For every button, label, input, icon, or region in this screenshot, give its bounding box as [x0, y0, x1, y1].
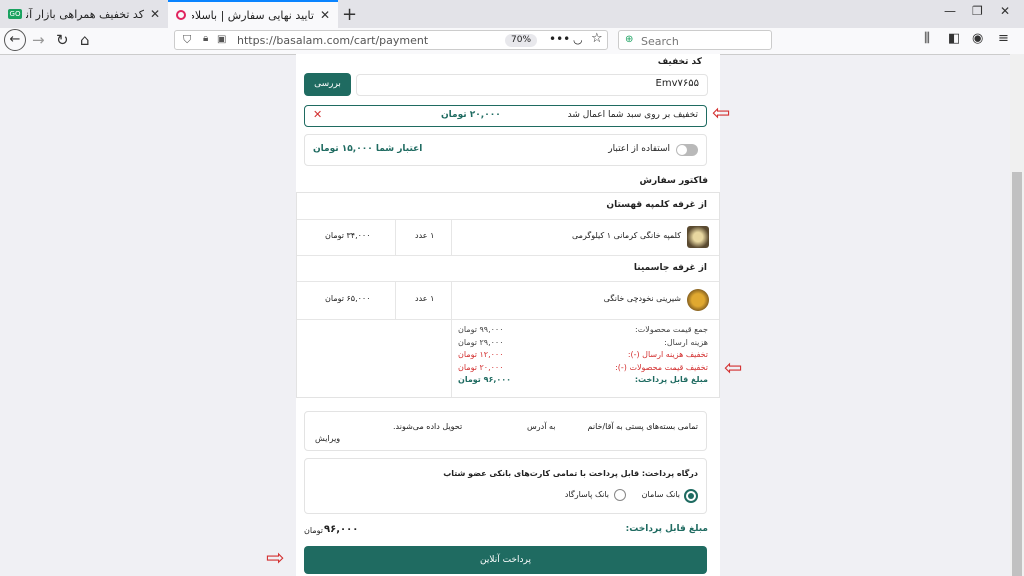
summary-value: ۹۹,۰۰۰ تومان	[458, 325, 504, 334]
invoice-title: فاکتور سفارش	[639, 176, 708, 186]
bank-pasargad-label[interactable]: بانک پاسارگاد	[565, 490, 609, 499]
annotation-arrow-icon: ⇦	[724, 356, 743, 381]
summary-label: جمع قیمت محصولات:	[635, 325, 708, 334]
check-discount-button[interactable]: بررسی	[304, 73, 351, 96]
credit-box: استفاده از اعتبار اعتبار شما ۱۵,۰۰۰ توما…	[304, 134, 707, 166]
summary-value: ۲۹,۰۰۰ تومان	[458, 337, 504, 347]
menu-icon[interactable]: ≡	[998, 31, 1009, 46]
search-engine-icon: ⊕	[625, 34, 634, 45]
scrollbar-thumb[interactable]	[1012, 172, 1022, 576]
table-row: شیرینی نخودچی خانگی ۱ عدد ۶۵,۰۰۰ تومان	[297, 281, 719, 319]
discount-applied-amount: ۲۰,۰۰۰ تومان	[441, 110, 501, 120]
bank-saman-label[interactable]: بانک سامان	[642, 490, 680, 499]
product-qty: ۱ عدد	[415, 294, 435, 303]
delivery-text: تمامی بسته‌های پستی به آقا/خانم	[587, 422, 698, 431]
basalam-favicon-icon	[176, 10, 186, 20]
account-icon[interactable]: ◉	[972, 31, 983, 46]
product-name[interactable]: کلمپه خانگی کرمانی ۱ کیلوگرمی	[572, 231, 681, 240]
product-qty: ۱ عدد	[415, 231, 435, 240]
close-window-icon[interactable]: ✕	[1000, 4, 1010, 18]
edit-address-link[interactable]: ویرایش	[315, 434, 340, 443]
remove-discount-icon[interactable]: ✕	[313, 108, 322, 121]
invoice-table: از غرفه کلمپه قهستان کلمپه خانگی کرمانی …	[296, 192, 720, 398]
product-thumbnail[interactable]	[687, 226, 709, 248]
annotation-arrow-icon: ⇨	[266, 546, 285, 571]
invoice-summary: جمع قیمت محصولات: ۹۹,۰۰۰ تومان هزینه ارسال…	[451, 319, 720, 397]
url-text[interactable]: https://basalam.com/cart/payment	[237, 34, 428, 47]
summary-value: ۱۲,۰۰۰ تومان	[458, 350, 504, 359]
maximize-icon[interactable]: ❐	[972, 4, 983, 18]
summary-label: تخفیف هزینه ارسال (-):	[627, 350, 708, 359]
new-tab-icon[interactable]: +	[342, 4, 357, 25]
payable-label: مبلغ قابل پرداخت:	[625, 524, 708, 534]
tab-discount-code[interactable]: GO کد تخفیف همراهی بازار آنلاین مح... ✕	[0, 0, 168, 28]
product-thumbnail[interactable]	[687, 289, 709, 311]
site-favicon-icon: GO	[8, 9, 22, 19]
tab-payment[interactable]: تایید نهایی سفارش | باسلام ✕	[168, 0, 338, 28]
pocket-icon[interactable]: ◡	[573, 33, 583, 46]
zoom-level[interactable]: 70%	[505, 34, 538, 47]
summary-value: ۲۰,۰۰۰ تومان	[458, 362, 504, 372]
product-name[interactable]: شیرینی نخودچی خانگی	[604, 294, 681, 303]
pay-online-button[interactable]: پرداخت آنلاین	[304, 546, 707, 574]
navigation-bar: ← → ↻ ⌂ ⛉ 🔒︎ ▣ https://basalam.com/cart/…	[0, 28, 1024, 55]
summary-label: تخفیف قیمت محصولات (-):	[615, 362, 708, 372]
close-tab-icon[interactable]: ✕	[150, 7, 160, 21]
radio-saman[interactable]	[684, 489, 698, 503]
product-price: ۶۵,۰۰۰ تومان	[325, 294, 371, 303]
credit-label: استفاده از اعتبار	[608, 144, 670, 154]
table-row: کلمپه خانگی کرمانی ۱ کیلوگرمی ۱ عدد ۳۴,۰…	[297, 219, 719, 255]
summary-label: هزینه ارسال:	[664, 337, 708, 347]
product-price: ۳۴,۰۰۰ تومان	[325, 231, 371, 240]
url-bar[interactable]: ⛉ 🔒︎ ▣ https://basalam.com/cart/payment …	[174, 30, 608, 50]
close-tab-icon[interactable]: ✕	[320, 8, 330, 22]
library-icon[interactable]: ⫼	[924, 31, 930, 46]
payment-page: کد تخفیف Emv۷۶۵۵ بررسی تخفیف بر روی سبد …	[296, 54, 720, 576]
radio-pasargad[interactable]	[614, 489, 626, 501]
search-input[interactable]: ⊕ Search	[618, 30, 772, 50]
delivery-delivered-text: تحویل داده می‌شوند.	[393, 422, 463, 431]
lock-icon[interactable]: 🔒︎	[203, 33, 208, 44]
discount-code-input[interactable]: Emv۷۶۵۵	[356, 74, 708, 96]
search-placeholder: Search	[641, 35, 679, 48]
discount-code-value: Emv۷۶۵۵	[655, 78, 699, 89]
summary-label: مبلغ قابل پرداخت:	[634, 375, 708, 384]
discount-applied-box: تخفیف بر روی سبد شما اعمال شد ۲۰,۰۰۰ توم…	[304, 105, 707, 127]
credit-balance: اعتبار شما ۱۵,۰۰۰ تومان	[313, 144, 423, 154]
booth-title: از غرفه کلمپه قهستان	[606, 200, 707, 210]
credit-toggle[interactable]	[676, 144, 698, 156]
booth-title: از غرفه جاسمینا	[633, 263, 707, 273]
discount-label: کد تخفیف	[657, 57, 702, 67]
payable-amount: ۹۶,۰۰۰	[324, 524, 359, 535]
minimize-icon[interactable]: —	[944, 4, 956, 18]
tab-title: تایید نهایی سفارش | باسلام	[192, 8, 314, 22]
payment-gateway-box: درگاه پرداخت: قابل پرداخت با تمامی کارت‌…	[304, 458, 707, 514]
delivery-address-label: به آدرس	[527, 422, 556, 431]
gateway-title: درگاه پرداخت: قابل پرداخت با تمامی کارت‌…	[443, 469, 698, 478]
back-icon[interactable]: ←	[4, 29, 26, 51]
payable-unit: تومان	[304, 526, 323, 535]
more-actions-icon[interactable]: •••	[549, 32, 570, 46]
discount-applied-text: تخفیف بر روی سبد شما اعمال شد	[567, 110, 698, 120]
sidebar-icon[interactable]: ◧	[948, 31, 960, 46]
tracking-shield-icon[interactable]: ⛉	[183, 33, 191, 47]
home-icon[interactable]: ⌂	[80, 31, 90, 49]
summary-value: ۹۶,۰۰۰ تومان	[458, 375, 512, 384]
forward-icon[interactable]: →	[32, 31, 45, 49]
delivery-box: تمامی بسته‌های پستی به آقا/خانم به آدرس …	[304, 411, 707, 451]
reload-icon[interactable]: ↻	[56, 31, 69, 49]
bookmark-star-icon[interactable]: ☆	[591, 31, 603, 46]
permissions-icon[interactable]: ▣	[217, 34, 226, 45]
tab-title: کد تخفیف همراهی بازار آنلاین مح...	[26, 7, 144, 21]
annotation-arrow-icon: ⇦	[712, 101, 731, 126]
